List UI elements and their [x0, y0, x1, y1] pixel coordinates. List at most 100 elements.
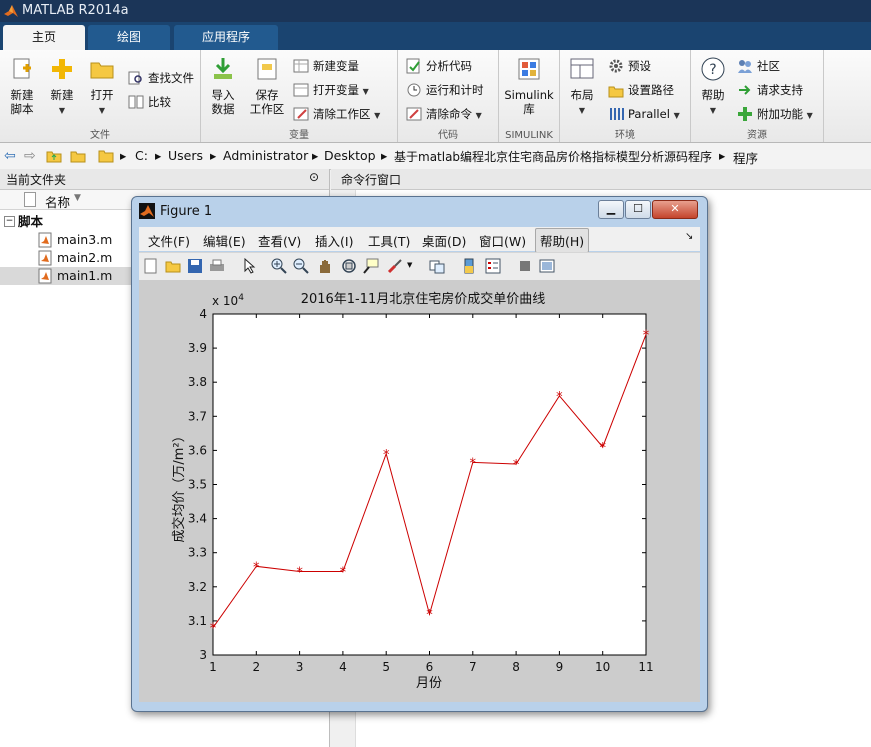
- open-variable-icon: [293, 83, 309, 97]
- clear-workspace-icon: [293, 107, 309, 121]
- edit-plot-arrow-icon[interactable]: [241, 258, 257, 274]
- save-icon[interactable]: [187, 258, 203, 274]
- parallel-button[interactable]: Parallel ▼: [608, 104, 680, 124]
- preferences-button[interactable]: 预设: [608, 56, 651, 76]
- request-support-button[interactable]: 请求支持: [737, 80, 803, 100]
- y-tick-label: 3.9: [188, 341, 207, 355]
- tab-home[interactable]: 主页: [3, 25, 85, 50]
- zoom-in-icon[interactable]: [271, 258, 287, 274]
- maximize-button[interactable]: ☐: [625, 200, 651, 219]
- collapse-icon[interactable]: −: [4, 216, 15, 227]
- layout-button[interactable]: 布局 ▼: [566, 56, 598, 118]
- command-window-title: 命令行窗口: [341, 173, 402, 187]
- menu-tools[interactable]: 工具(T): [368, 231, 410, 250]
- x-tick-label: 4: [339, 660, 347, 674]
- hide-plot-tools-icon[interactable]: [517, 258, 533, 274]
- addons-button[interactable]: 附加功能 ▼: [737, 104, 813, 124]
- open-variable-button[interactable]: 打开变量 ▼: [293, 80, 369, 100]
- set-path-button[interactable]: 设置路径: [608, 80, 674, 100]
- menu-file[interactable]: 文件(F): [148, 231, 190, 250]
- open-folder-icon: [90, 62, 114, 79]
- clear-workspace-button[interactable]: 清除工作区 ▼: [293, 104, 380, 124]
- data-cursor-icon[interactable]: [363, 258, 379, 274]
- up-folder-icon[interactable]: [46, 148, 62, 164]
- section-environment: 布局 ▼ 预设 设置路径 Parallel ▼ 环境: [560, 50, 691, 142]
- brush-dropdown-arrow-icon[interactable]: ▼: [407, 261, 412, 269]
- zoom-out-icon[interactable]: [293, 258, 309, 274]
- ribbon-tab-bar: 主页 绘图 应用程序: [0, 22, 871, 50]
- rotate-3d-icon[interactable]: [341, 258, 357, 274]
- import-data-button[interactable]: 导入 数据: [207, 56, 239, 116]
- breadcrumb-desktop[interactable]: Desktop: [324, 148, 376, 163]
- breadcrumb-drive[interactable]: C:: [135, 148, 148, 163]
- community-button[interactable]: 社区: [737, 56, 780, 76]
- new-variable-button[interactable]: 新建变量: [293, 56, 359, 76]
- new-variable-icon: [293, 59, 309, 73]
- compare-button[interactable]: 比较: [128, 92, 171, 112]
- pan-hand-icon[interactable]: [317, 258, 333, 274]
- breadcrumb-separator-icon: ▸: [120, 148, 127, 163]
- forward-arrow-icon[interactable]: ⇨: [24, 148, 36, 164]
- panel-menu-icon[interactable]: ⊙: [309, 170, 319, 184]
- menu-help[interactable]: 帮助(H): [535, 228, 590, 253]
- x-tick-label: 7: [469, 660, 477, 674]
- figure-canvas[interactable]: 1 2 3 4 5 6 7 8 9 10 11 3 3.1 3.2 3.3 3.4 3.5 3.6 3.7 3.8 3.…: [139, 280, 700, 702]
- clear-commands-button[interactable]: 清除命令 ▼: [406, 104, 482, 124]
- close-button[interactable]: ✕: [652, 200, 698, 219]
- colorbar-icon[interactable]: [461, 258, 477, 274]
- breadcrumb-project[interactable]: 基于matlab编程北京住宅商品房价格指标模型分析源码程序: [394, 148, 712, 165]
- file-name: main1.m: [57, 268, 113, 283]
- save-workspace-button[interactable]: 保存 工作区: [247, 56, 287, 116]
- line-chart[interactable]: 1 2 3 4 5 6 7 8 9 10 11 3 3.1 3.2 3.3 3.4 3.5 3.6 3.7 3.8 3.…: [139, 280, 700, 702]
- section-label-resources: 资源: [747, 130, 767, 141]
- address-bar: ⇦ ⇨ ▸ C: ▸ Users ▸ Administrator ▸ Deskt…: [0, 143, 871, 170]
- command-window-header: 命令行窗口: [331, 169, 871, 190]
- browse-folder-icon[interactable]: [70, 148, 86, 164]
- minimize-button[interactable]: ▁: [598, 200, 624, 219]
- breadcrumb-program[interactable]: 程序: [733, 148, 758, 167]
- name-column-header[interactable]: 名称: [45, 192, 70, 211]
- find-files-button[interactable]: 查找文件: [128, 68, 194, 88]
- print-icon[interactable]: [209, 258, 225, 274]
- simulink-library-button[interactable]: Simulink 库: [504, 56, 554, 116]
- new-script-button[interactable]: 新建 脚本: [6, 56, 38, 116]
- brush-icon[interactable]: [387, 258, 403, 274]
- menu-view[interactable]: 查看(V): [258, 231, 301, 250]
- link-plot-icon[interactable]: [429, 258, 445, 274]
- figure-window[interactable]: Figure 1 ▁ ☐ ✕ 文件(F) 编辑(E) 查看(V) 插入(I) 工…: [131, 196, 708, 712]
- section-label-variable: 变量: [289, 130, 309, 141]
- new-button[interactable]: 新建 ▼: [46, 56, 78, 118]
- help-icon: ?: [701, 57, 725, 81]
- tab-apps[interactable]: 应用程序: [174, 25, 278, 50]
- y-tick-label: 3.2: [188, 580, 207, 594]
- run-and-time-button[interactable]: 运行和计时: [406, 80, 484, 100]
- layout-icon: [570, 58, 594, 79]
- help-button[interactable]: ? 帮助 ▼: [697, 56, 729, 118]
- legend-icon[interactable]: [485, 258, 501, 274]
- menu-desktop[interactable]: 桌面(D): [422, 231, 466, 250]
- dropdown-arrow-icon: ▼: [374, 111, 381, 120]
- y-tick-label: 3.6: [188, 443, 207, 457]
- file-name: main3.m: [57, 232, 113, 247]
- dock-arrow-icon[interactable]: ↘: [685, 231, 693, 242]
- show-plot-tools-icon[interactable]: [539, 258, 555, 274]
- breadcrumb-administrator[interactable]: Administrator: [223, 148, 308, 163]
- open-button[interactable]: 打开 ▼: [86, 56, 118, 118]
- menu-window[interactable]: 窗口(W): [479, 231, 526, 250]
- menu-edit[interactable]: 编辑(E): [203, 231, 246, 250]
- back-arrow-icon[interactable]: ⇦: [4, 148, 16, 164]
- analyze-code-button[interactable]: 分析代码: [406, 56, 472, 76]
- matlab-logo-icon: [4, 5, 18, 17]
- y-axis-label: 成交均价（万/m²）: [171, 429, 187, 542]
- maximize-icon: ☐: [633, 202, 643, 215]
- menu-insert[interactable]: 插入(I): [315, 231, 353, 250]
- data-point-marker: *: [340, 565, 347, 580]
- minimize-icon: ▁: [606, 202, 616, 215]
- breadcrumb-users[interactable]: Users: [168, 148, 203, 163]
- tab-plots[interactable]: 绘图: [88, 25, 170, 50]
- new-figure-icon[interactable]: [143, 258, 159, 274]
- dropdown-arrow-icon: ▼: [806, 111, 813, 120]
- section-label-file: 文件: [90, 130, 110, 141]
- open-file-icon[interactable]: [165, 258, 181, 274]
- gear-icon: [609, 59, 623, 73]
